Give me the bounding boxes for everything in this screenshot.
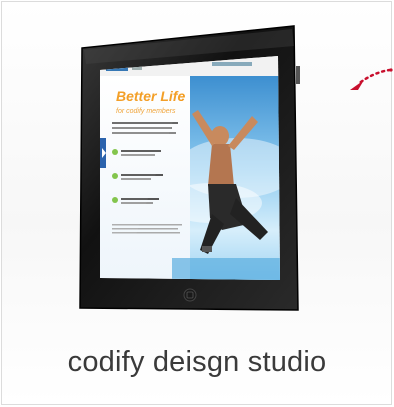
tablet-image[interactable]: Better Life for codify members	[62, 18, 322, 324]
page: Better Life for codify members codify de…	[0, 0, 394, 407]
dotted-red-arrow-icon	[350, 68, 393, 90]
home-button-icon	[183, 288, 197, 302]
portfolio-card[interactable]: Better Life for codify members codify de…	[1, 1, 393, 405]
card-caption[interactable]: codify deisgn studio	[2, 346, 392, 379]
tablet-illustration: Better Life for codify members	[79, 25, 300, 311]
